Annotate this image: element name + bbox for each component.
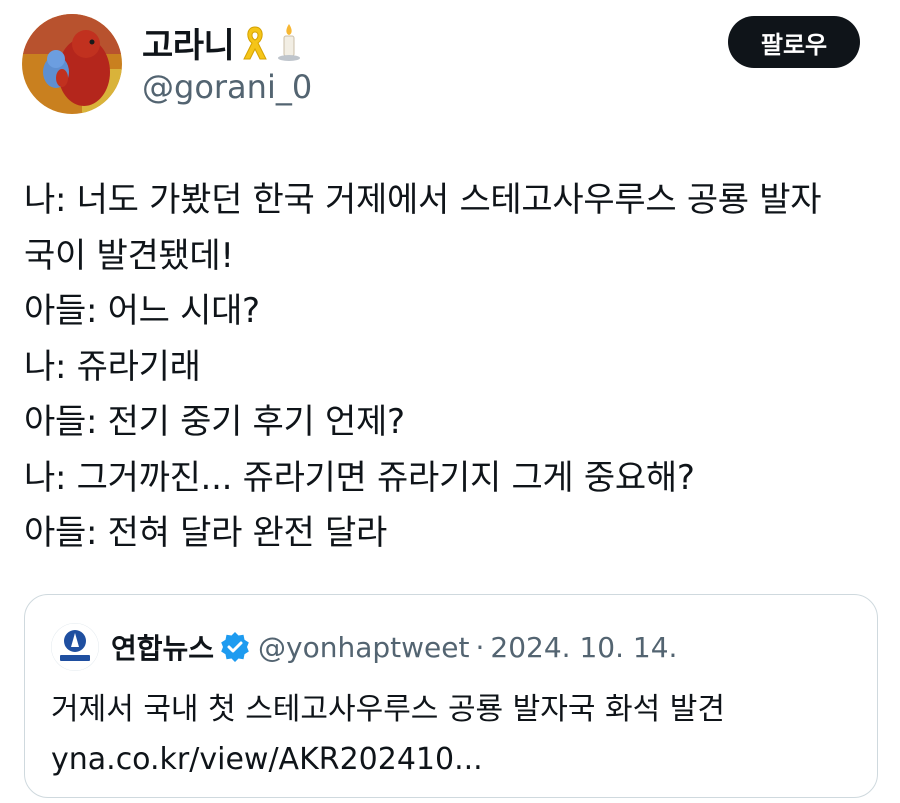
follow-button[interactable]: 팔로우: [728, 16, 860, 68]
yonhap-logo-icon: [51, 623, 99, 671]
quote-header: 연합뉴스 @yonhaptweet · 2024. 10. 14.: [111, 619, 677, 675]
tweet-line: 나: 그거까진... 쥬라기면 쥬라기지 그게 중요해?: [24, 457, 695, 498]
tweet-line: 아들: 어느 시대?: [24, 291, 260, 331]
author-name-row[interactable]: 고라니: [142, 18, 302, 66]
author-handle[interactable]: @gorani_0: [142, 68, 312, 106]
tweet-line: 나: 너도 가봤던 한국 거제에서 스테고사우루스 공룡 발자: [24, 180, 822, 220]
tweet-text: 나: 너도 가봤던 한국 거제에서 스테고사우루스 공룡 발자 국이 발견됐데!…: [24, 173, 884, 562]
tweet-line: 국이 발견됐데!: [24, 235, 234, 276]
quote-link[interactable]: yna.co.kr/view/AKR202410...: [51, 735, 851, 785]
tweet-line: 나: 쥬라기래: [24, 346, 201, 387]
verified-badge-icon: [220, 632, 250, 662]
quote-author-name[interactable]: 연합뉴스: [111, 627, 214, 667]
quote-headline: 거제서 국내 첫 스테고사우루스 공룡 발자국 화석 발견: [51, 692, 725, 727]
separator-dot: ·: [475, 630, 485, 664]
quote-author-handle[interactable]: @yonhaptweet: [258, 631, 469, 664]
candle-icon: [276, 22, 302, 62]
quoted-tweet-card[interactable]: 연합뉴스 @yonhaptweet · 2024. 10. 14. 거제서 국내…: [24, 594, 878, 798]
author-avatar[interactable]: [22, 14, 122, 114]
tweet-line: 아들: 전혀 달라 완전 달라: [24, 513, 387, 553]
quote-date[interactable]: 2024. 10. 14.: [490, 631, 677, 664]
avatar-image: [22, 14, 122, 114]
quote-text: 거제서 국내 첫 스테고사우루스 공룡 발자국 화석 발견 yna.co.kr/…: [51, 685, 851, 785]
tweet-line: 아들: 전기 중기 후기 언제?: [24, 402, 405, 442]
yellow-ribbon-icon: [240, 23, 270, 61]
quote-author-avatar[interactable]: [51, 623, 99, 671]
author-display-name[interactable]: 고라니: [142, 18, 235, 67]
